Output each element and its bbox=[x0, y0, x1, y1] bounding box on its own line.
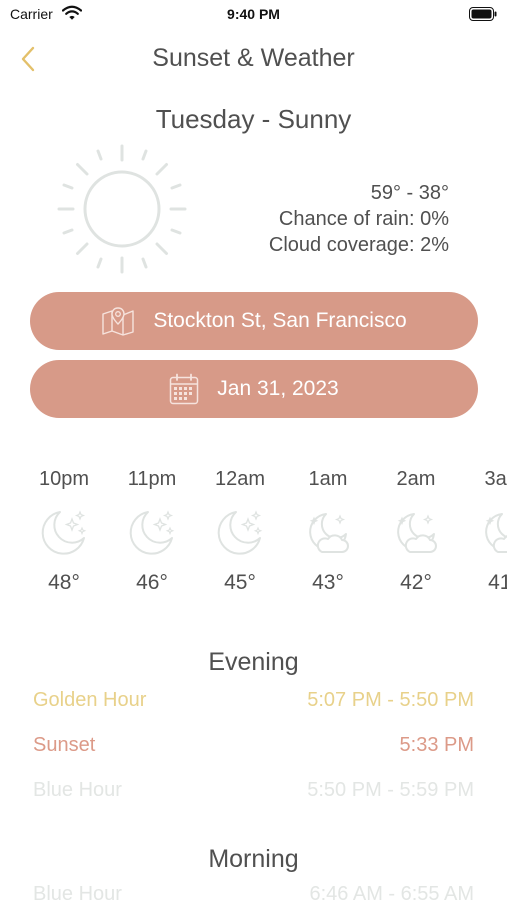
hour-temp: 42° bbox=[400, 571, 432, 594]
hour-temp: 45° bbox=[224, 571, 256, 594]
moon-stars-icon bbox=[196, 496, 284, 568]
hour-time: 11pm bbox=[127, 468, 177, 490]
battery-icon bbox=[469, 7, 497, 26]
hour-item: 12am 45° bbox=[196, 462, 284, 598]
calendar-icon bbox=[169, 373, 199, 405]
weather-stats: 59° - 38° Chance of rain: 0% Cloud cover… bbox=[269, 180, 449, 258]
moon-stars-icon bbox=[108, 496, 196, 568]
hourly-forecast[interactable]: 10pm 48° 11pm 46° 12am 45° 1am 43° 2am 4… bbox=[0, 462, 507, 612]
morning-blue-hour-time: 6:46 AM - 6:55 AM bbox=[309, 883, 474, 900]
blue-hour-row: Blue Hour 5:50 PM - 5:59 PM bbox=[33, 779, 474, 809]
sunset-label: Sunset bbox=[33, 734, 96, 756]
morning-blue-hour-row: Blue Hour 6:46 AM - 6:55 AM bbox=[33, 883, 474, 900]
hour-item: 1am 43° bbox=[284, 462, 372, 598]
evening-title: Evening bbox=[208, 648, 299, 676]
status-bar: Carrier 9:40 PM bbox=[0, 0, 507, 28]
rain-chance: Chance of rain: 0% bbox=[278, 208, 449, 230]
morning-title: Morning bbox=[208, 845, 299, 873]
moon-stars-icon bbox=[20, 496, 108, 568]
hour-temp: 48° bbox=[48, 571, 80, 594]
golden-hour-label: Golden Hour bbox=[33, 689, 147, 711]
status-time: 9:40 PM bbox=[227, 6, 280, 22]
hour-time: 2am bbox=[396, 468, 436, 490]
moon-cloud-icon bbox=[284, 496, 372, 568]
moon-cloud-icon bbox=[460, 496, 507, 568]
moon-cloud-icon bbox=[372, 496, 460, 568]
map-icon bbox=[101, 306, 135, 336]
hour-time: 10pm bbox=[38, 468, 90, 490]
sunset-time: 5:33 PM bbox=[399, 734, 474, 756]
hour-item: 10pm 48° bbox=[20, 462, 108, 598]
morning-blue-hour-label: Blue Hour bbox=[33, 883, 122, 900]
cloud-coverage: Cloud coverage: 2% bbox=[268, 234, 449, 256]
blue-hour-time: 5:50 PM - 5:59 PM bbox=[307, 779, 474, 801]
page-title: Sunset & Weather bbox=[152, 44, 355, 72]
hour-time: 3am bbox=[484, 468, 507, 490]
sun-icon bbox=[56, 143, 188, 280]
date-button[interactable]: Jan 31, 2023 bbox=[30, 360, 478, 418]
blue-hour-label: Blue Hour bbox=[33, 779, 122, 801]
hour-temp: 46° bbox=[136, 571, 168, 594]
date-label: Jan 31, 2023 bbox=[217, 377, 339, 400]
hour-item: 2am 42° bbox=[372, 462, 460, 598]
hour-item: 11pm 46° bbox=[108, 462, 196, 598]
hour-time: 1am bbox=[308, 468, 348, 490]
sunset-row: Sunset 5:33 PM bbox=[33, 734, 474, 764]
day-title: Tuesday - Sunny bbox=[155, 104, 352, 134]
hour-temp: 41° bbox=[488, 571, 507, 594]
golden-hour-time: 5:07 PM - 5:50 PM bbox=[307, 689, 474, 711]
hour-item: 3am 41° bbox=[460, 462, 507, 598]
golden-hour-row: Golden Hour 5:07 PM - 5:50 PM bbox=[33, 689, 474, 719]
temp-range: 59° - 38° bbox=[370, 182, 449, 204]
hour-time: 12am bbox=[214, 468, 266, 490]
hour-temp: 43° bbox=[312, 571, 344, 594]
location-label: Stockton St, San Francisco bbox=[153, 309, 407, 332]
location-button[interactable]: Stockton St, San Francisco bbox=[30, 292, 478, 350]
